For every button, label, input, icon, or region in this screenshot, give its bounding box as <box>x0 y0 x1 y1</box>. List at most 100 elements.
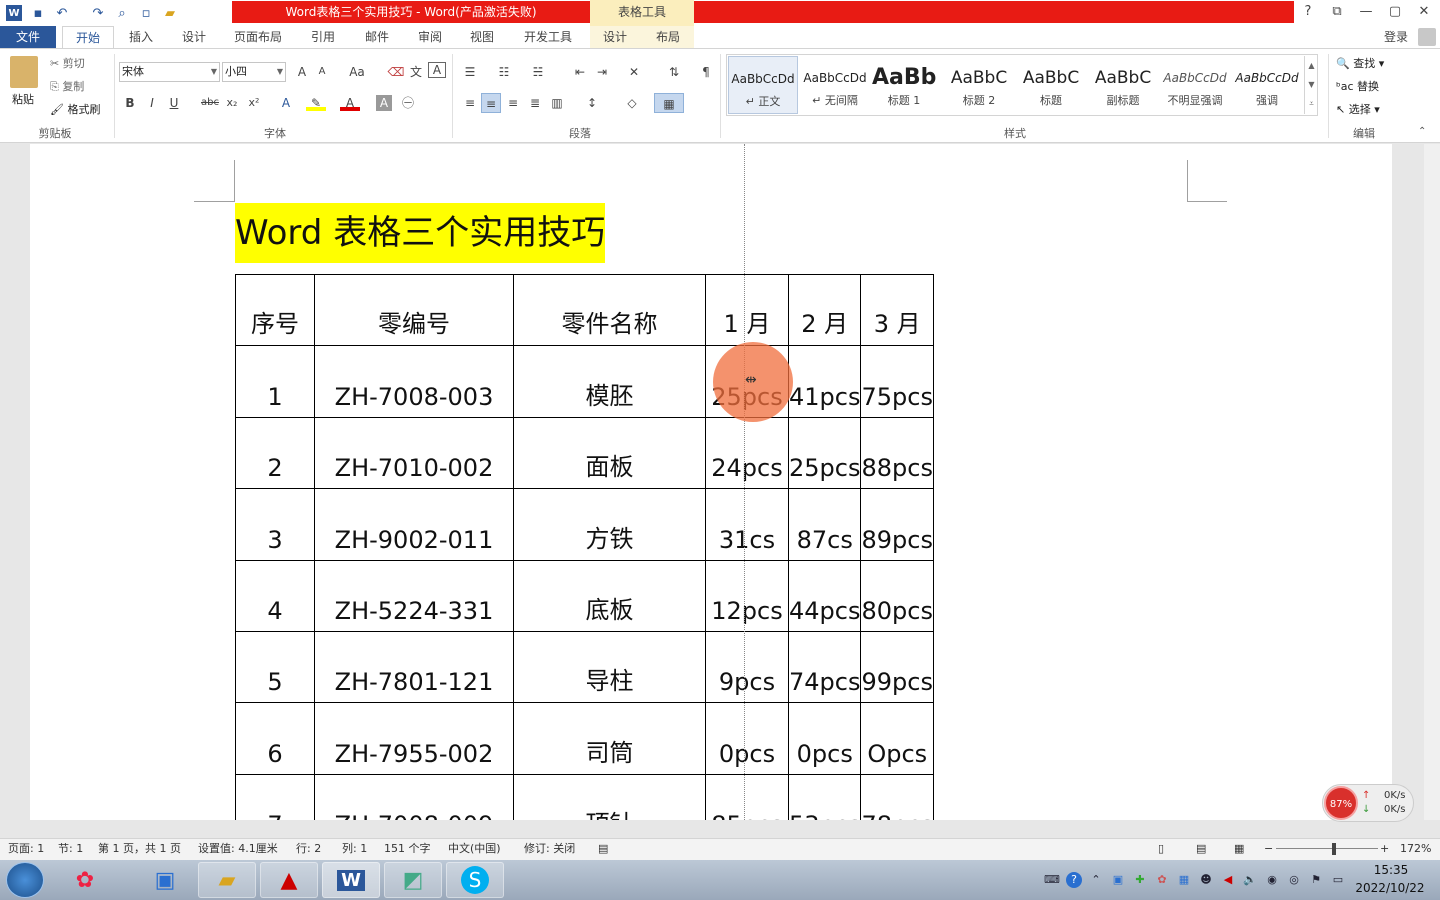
table-cell[interactable]: 面板 <box>513 416 706 490</box>
minimize-button[interactable]: — <box>1352 0 1380 24</box>
font-family-select[interactable]: 宋体 ▼ <box>119 62 220 82</box>
zoom-level[interactable]: 172% <box>1400 838 1431 860</box>
table-cell[interactable]: 司筒 <box>513 702 706 775</box>
zoom-in-icon[interactable]: + <box>1380 838 1389 860</box>
collapse-ribbon-icon[interactable]: ⌃ <box>1418 126 1426 137</box>
table-cell[interactable]: 12pcs <box>705 559 789 632</box>
status-line[interactable]: 行: 2 <box>296 838 321 860</box>
table-cell[interactable]: 1 <box>235 345 315 418</box>
taskbar-skype[interactable]: S <box>446 862 504 898</box>
tray-app-icon[interactable]: ✿ <box>1154 872 1170 888</box>
print-layout-icon[interactable]: ▤ <box>1196 838 1206 860</box>
taskbar-explorer[interactable]: ▰ <box>198 862 256 898</box>
subscript-button[interactable]: x₂ <box>222 93 242 113</box>
zoom-slider-track[interactable] <box>1276 848 1378 849</box>
decrease-indent-icon[interactable]: ⇤ <box>570 62 590 82</box>
italic-button[interactable]: I <box>142 93 162 113</box>
table-cell[interactable]: 4 <box>235 559 315 632</box>
table-cell[interactable]: 99pcs <box>860 630 934 704</box>
table-cell[interactable]: 底板 <box>513 559 706 632</box>
style-subtle-emphasis[interactable]: AaBbCcDd 不明显强调 <box>1160 56 1230 114</box>
taskbar-word[interactable]: W <box>322 862 380 898</box>
table-cell[interactable]: ZH-5224-331 <box>314 559 514 632</box>
replace-button[interactable]: ᵇac 替换 <box>1336 77 1379 97</box>
font-color-icon[interactable]: A <box>340 93 360 111</box>
table-cell[interactable]: 0pcs <box>705 702 789 775</box>
tab-insert[interactable]: 插入 <box>120 26 162 48</box>
find-button[interactable]: 🔍 查找 ▾ <box>1336 54 1384 74</box>
style-heading-2[interactable]: AaBbC 标题 2 <box>944 56 1014 114</box>
tab-design[interactable]: 设计 <box>172 26 216 48</box>
table-cell[interactable]: 24pcs <box>705 416 789 490</box>
open-folder-icon[interactable]: ▰ <box>162 5 178 21</box>
table-cell[interactable]: ZH-7008-003 <box>314 345 514 418</box>
taskbar-autocad[interactable]: ▲ <box>260 862 318 898</box>
char-shading-icon[interactable]: A <box>376 95 392 111</box>
tab-view[interactable]: 视图 <box>460 26 504 48</box>
table-cell[interactable]: 80pcs <box>860 559 934 632</box>
increase-indent-icon[interactable]: ⇥ <box>592 62 612 82</box>
tab-file[interactable]: 文件 <box>0 26 56 48</box>
qq-icon[interactable]: ☻ <box>1198 872 1214 888</box>
change-case-icon[interactable]: Aa <box>342 62 372 82</box>
justify-icon[interactable]: ≣ <box>525 93 545 113</box>
zoom-out-icon[interactable]: − <box>1264 838 1273 860</box>
tab-developer[interactable]: 开发工具 <box>514 26 582 48</box>
tab-mailings[interactable]: 邮件 <box>354 26 400 48</box>
paste-icon[interactable] <box>10 56 38 88</box>
status-column[interactable]: 列: 1 <box>342 838 367 860</box>
font-size-select[interactable]: 小四 ▼ <box>222 62 286 82</box>
style-no-spacing[interactable]: AaBbCcDd ↵ 无间隔 <box>800 56 870 114</box>
table-header-cell[interactable]: 零件名称 <box>513 273 706 347</box>
align-left-icon[interactable]: ≡ <box>460 93 480 113</box>
format-painter-button[interactable]: 🖌 格式刷 <box>50 100 100 120</box>
styles-scroll[interactable]: ▲ ▼ ⩡ <box>1304 56 1318 114</box>
redo-icon[interactable]: ↷ <box>90 5 106 21</box>
multilevel-list-icon[interactable]: ☵ <box>528 62 548 82</box>
table-cell[interactable]: 89pcs <box>860 488 934 561</box>
table-cell[interactable]: 74pcs <box>787 630 862 704</box>
table-cell[interactable]: 41pcs <box>787 345 862 418</box>
highlight-icon[interactable]: ✎ <box>306 93 326 111</box>
strikethrough-button[interactable]: abc <box>198 93 222 113</box>
tab-page-layout[interactable]: 页面布局 <box>226 26 290 48</box>
tray-app-icon[interactable]: ▦ <box>1176 872 1192 888</box>
taskbar-app-blue[interactable]: ▣ <box>136 862 194 898</box>
align-center-icon[interactable]: ≡ <box>481 93 501 113</box>
status-language[interactable]: 中文(中国) <box>448 838 501 860</box>
tray-app-icon[interactable]: ◉ <box>1264 872 1280 888</box>
table-cell[interactable]: 导柱 <box>513 630 706 704</box>
user-avatar-icon[interactable] <box>1418 28 1436 46</box>
paste-button[interactable]: 粘贴 <box>12 90 34 110</box>
show-marks-icon[interactable]: ¶ <box>696 62 716 82</box>
table-cell[interactable]: ZH-9002-011 <box>314 488 514 561</box>
keyboard-icon[interactable]: ⌨ <box>1044 872 1060 888</box>
taskbar-app-notes[interactable]: ◩ <box>384 862 442 898</box>
table-cell[interactable]: 88pcs <box>860 416 934 490</box>
undo-icon[interactable]: ↶ <box>54 5 70 21</box>
zoom-slider-thumb[interactable] <box>1332 843 1336 855</box>
style-heading-1[interactable]: AaBb 标题 1 <box>872 56 936 114</box>
table-header-cell[interactable]: 序号 <box>235 273 315 347</box>
vertical-scrollbar[interactable] <box>1424 144 1440 820</box>
ribbon-display-icon[interactable]: ⧉ <box>1323 0 1351 24</box>
clock-time[interactable]: 15:35 <box>1356 863 1426 877</box>
tray-app-icon[interactable]: ▣ <box>1110 872 1126 888</box>
tray-app-icon[interactable]: ✚ <box>1132 872 1148 888</box>
help-tray-icon[interactable]: ? <box>1066 872 1082 888</box>
table-header-cell[interactable]: 3 月 <box>860 273 934 347</box>
table-cell[interactable]: ZH-7955-002 <box>314 702 514 775</box>
status-page-of[interactable]: 第 1 页，共 1 页 <box>98 838 181 860</box>
bullets-icon[interactable]: ☰ <box>460 62 480 82</box>
table-cell[interactable]: 31cs <box>705 488 789 561</box>
table-cell[interactable]: 44pcs <box>787 559 862 632</box>
style-emphasis[interactable]: AaBbCcDd 强调 <box>1232 56 1302 114</box>
copy-button[interactable]: ⎘ 复制 <box>50 77 84 97</box>
text-effects-icon[interactable]: A <box>276 93 296 113</box>
superscript-button[interactable]: x² <box>244 93 264 113</box>
status-section[interactable]: 节: 1 <box>58 838 83 860</box>
table-cell[interactable]: 9pcs <box>705 630 789 704</box>
power-icon[interactable]: ▭ <box>1330 872 1346 888</box>
grow-font-icon[interactable]: A <box>292 62 312 82</box>
table-cell[interactable]: 3 <box>235 488 315 561</box>
